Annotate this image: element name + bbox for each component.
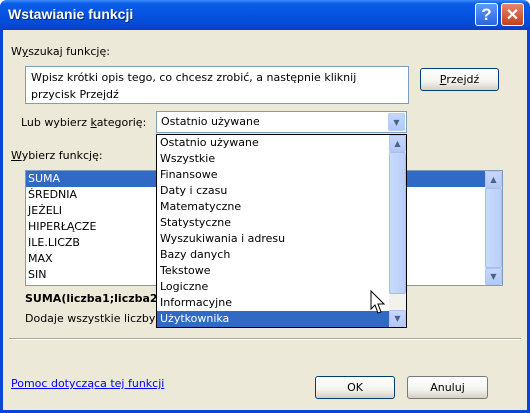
footer-separator <box>9 338 521 340</box>
scroll-thumb[interactable] <box>389 152 406 294</box>
search-label: Wyszukaj funkcję: <box>11 45 110 58</box>
question-mark-icon: ? <box>481 4 492 24</box>
category-selected-value: Ostatnio używane <box>161 115 260 128</box>
scroll-down-icon[interactable]: ▼ <box>389 310 406 327</box>
category-option[interactable]: Informacyjne <box>157 295 406 311</box>
function-list-scrollbar[interactable]: ▲ ▼ <box>485 171 502 285</box>
category-option[interactable]: Logiczne <box>157 279 406 295</box>
close-icon: ✕ <box>505 6 520 24</box>
scroll-up-icon[interactable]: ▲ <box>389 135 406 152</box>
scroll-thumb[interactable] <box>485 188 502 268</box>
category-option[interactable]: Finansowe <box>157 167 406 183</box>
category-label: Lub wybierz kategorię: <box>21 116 147 129</box>
category-option[interactable]: Statystyczne <box>157 215 406 231</box>
dialog-window: Wstawianie funkcji ? ✕ Wyszukaj funkcję:… <box>0 0 530 413</box>
category-option[interactable]: Wszystkie <box>157 151 406 167</box>
scroll-down-icon[interactable]: ▼ <box>485 268 502 285</box>
category-option[interactable]: Użytkownika <box>157 311 406 327</box>
category-select[interactable]: Ostatnio używane ▼ <box>156 111 407 133</box>
function-list-label: Wybierz funkcję: <box>11 149 103 162</box>
search-input[interactable]: Wpisz krótki opis tego, co chcesz zrobić… <box>25 66 409 104</box>
title-bar[interactable]: Wstawianie funkcji ? ✕ <box>0 0 530 30</box>
mouse-pointer-icon <box>370 290 386 314</box>
function-description: Dodaje wszystkie liczby <box>25 312 156 325</box>
chevron-down-icon[interactable]: ▼ <box>388 113 405 131</box>
cancel-button[interactable]: Anuluj <box>407 376 488 399</box>
ok-button[interactable]: OK <box>315 376 395 399</box>
function-signature: SUMA(liczba1;liczba2 <box>25 292 158 305</box>
category-option[interactable]: Daty i czasu <box>157 183 406 199</box>
go-button[interactable]: Przejdź <box>420 68 499 91</box>
category-option[interactable]: Matematyczne <box>157 199 406 215</box>
close-button[interactable]: ✕ <box>501 3 524 26</box>
category-option[interactable]: Bazy danych <box>157 247 406 263</box>
help-link[interactable]: Pomoc dotycząca tej funkcji <box>11 377 164 390</box>
help-button[interactable]: ? <box>475 3 498 26</box>
scroll-up-icon[interactable]: ▲ <box>485 171 502 188</box>
category-option[interactable]: Tekstowe <box>157 263 406 279</box>
dropdown-scrollbar[interactable]: ▲ ▼ <box>389 135 406 327</box>
window-title: Wstawianie funkcji <box>8 6 134 22</box>
category-option[interactable]: Wyszukiwania i adresu <box>157 231 406 247</box>
category-option[interactable]: Ostatnio używane <box>157 135 406 151</box>
